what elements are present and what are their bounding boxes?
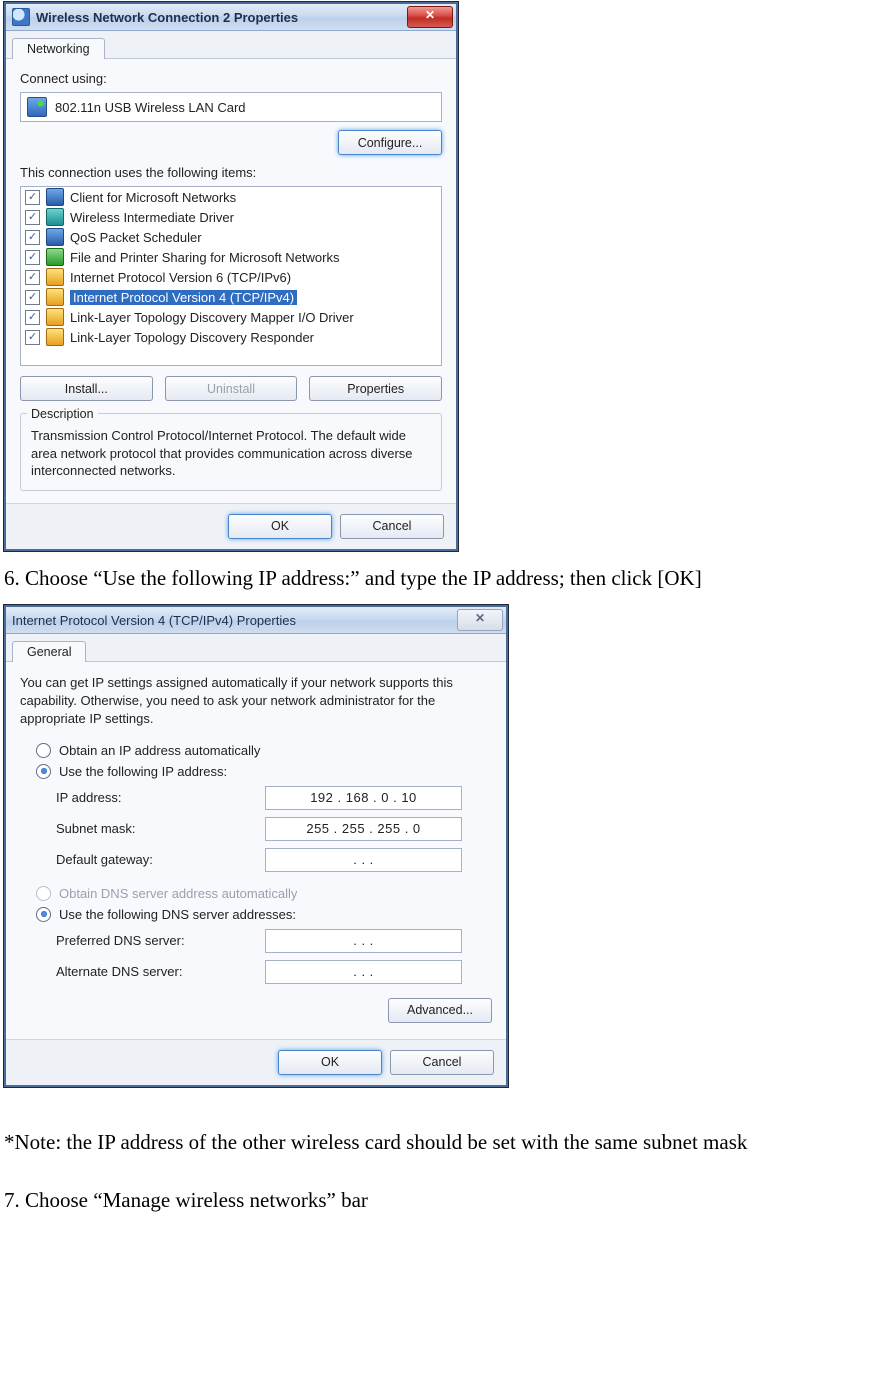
items-listbox[interactable]: ✓ Client for Microsoft Networks ✓ Wirele… [20,186,442,366]
protocol-icon [46,288,64,306]
connect-using-label: Connect using: [20,71,442,86]
app-icon [12,8,30,26]
subnet-mask-input[interactable]: 255 . 255 . 255 . 0 [265,817,462,841]
ip-address-input[interactable]: 192 . 168 . 0 . 10 [265,786,462,810]
list-item[interactable]: ✓ Wireless Intermediate Driver [21,207,441,227]
tab-general[interactable]: General [12,641,86,662]
list-item-label: Internet Protocol Version 6 (TCP/IPv6) [70,270,291,285]
list-item-label: Link-Layer Topology Discovery Mapper I/O… [70,310,354,325]
tab-networking[interactable]: Networking [12,38,105,59]
radio-use-ip[interactable]: Use the following IP address: [36,764,492,779]
close-icon[interactable]: ✕ [407,6,453,28]
default-gateway-label: Default gateway: [56,852,251,867]
ipv4-properties-dialog: Internet Protocol Version 4 (TCP/IPv4) P… [4,605,508,1087]
list-item-label: Client for Microsoft Networks [70,190,236,205]
description-text: Transmission Control Protocol/Internet P… [31,427,431,480]
radio-obtain-dns: Obtain DNS server address automatically [36,886,492,901]
checkbox-icon[interactable]: ✓ [25,230,40,245]
intro-text: You can get IP settings assigned automat… [20,674,492,729]
qos-icon [46,228,64,246]
list-item[interactable]: ✓ File and Printer Sharing for Microsoft… [21,247,441,267]
list-item-label: Internet Protocol Version 4 (TCP/IPv4) [70,290,297,305]
radio-label: Use the following IP address: [59,764,227,779]
protocol-icon [46,308,64,326]
list-item[interactable]: ✓ Link-Layer Topology Discovery Mapper I… [21,307,441,327]
checkbox-icon[interactable]: ✓ [25,330,40,345]
preferred-dns-label: Preferred DNS server: [56,933,251,948]
ok-button[interactable]: OK [278,1050,382,1075]
items-label: This connection uses the following items… [20,165,442,180]
note-text: *Note: the IP address of the other wirel… [4,1127,881,1157]
close-icon[interactable]: ✕ [457,609,503,631]
checkbox-icon[interactable]: ✓ [25,250,40,265]
list-item[interactable]: ✓ QoS Packet Scheduler [21,227,441,247]
adapter-name: 802.11n USB Wireless LAN Card [55,100,246,115]
list-item-label: File and Printer Sharing for Microsoft N… [70,250,339,265]
checkbox-icon[interactable]: ✓ [25,270,40,285]
radio-label: Obtain an IP address automatically [59,743,260,758]
description-legend: Description [27,407,98,421]
list-item-selected[interactable]: ✓ Internet Protocol Version 4 (TCP/IPv4) [21,287,441,307]
checkbox-icon[interactable]: ✓ [25,190,40,205]
radio-obtain-ip[interactable]: Obtain an IP address automatically [36,743,492,758]
step-7-text: 7. Choose “Manage wireless networks” bar [4,1185,881,1215]
titlebar[interactable]: Internet Protocol Version 4 (TCP/IPv4) P… [6,607,506,634]
client-icon [46,188,64,206]
radio-icon[interactable] [36,743,51,758]
connection-properties-dialog: Wireless Network Connection 2 Properties… [4,2,458,551]
checkbox-icon[interactable]: ✓ [25,310,40,325]
tabstrip: Networking [6,31,456,59]
protocol-icon [46,328,64,346]
radio-icon[interactable] [36,907,51,922]
list-item-label: Link-Layer Topology Discovery Responder [70,330,314,345]
window-title: Internet Protocol Version 4 (TCP/IPv4) P… [12,613,457,628]
step-6-text: 6. Choose “Use the following IP address:… [4,563,881,593]
share-icon [46,248,64,266]
subnet-mask-label: Subnet mask: [56,821,251,836]
list-item-label: Wireless Intermediate Driver [70,210,234,225]
preferred-dns-input[interactable]: . . . [265,929,462,953]
titlebar[interactable]: Wireless Network Connection 2 Properties… [6,4,456,31]
adapter-field[interactable]: 802.11n USB Wireless LAN Card [20,92,442,122]
list-item[interactable]: ✓ Client for Microsoft Networks [21,187,441,207]
protocol-icon [46,268,64,286]
adapter-icon [27,97,47,117]
driver-icon [46,208,64,226]
checkbox-icon[interactable]: ✓ [25,210,40,225]
radio-icon [36,886,51,901]
list-item-label: QoS Packet Scheduler [70,230,202,245]
list-item[interactable]: ✓ Internet Protocol Version 6 (TCP/IPv6) [21,267,441,287]
configure-button[interactable]: Configure... [338,130,442,155]
radio-label: Use the following DNS server addresses: [59,907,296,922]
window-title: Wireless Network Connection 2 Properties [36,10,407,25]
advanced-button[interactable]: Advanced... [388,998,492,1023]
radio-icon[interactable] [36,764,51,779]
cancel-button[interactable]: Cancel [340,514,444,539]
cancel-button[interactable]: Cancel [390,1050,494,1075]
ok-button[interactable]: OK [228,514,332,539]
radio-label: Obtain DNS server address automatically [59,886,297,901]
ip-address-label: IP address: [56,790,251,805]
description-group: Description Transmission Control Protoco… [20,413,442,491]
list-item[interactable]: ✓ Link-Layer Topology Discovery Responde… [21,327,441,347]
alternate-dns-input[interactable]: . . . [265,960,462,984]
tabstrip: General [6,634,506,662]
radio-use-dns[interactable]: Use the following DNS server addresses: [36,907,492,922]
default-gateway-input[interactable]: . . . [265,848,462,872]
install-button[interactable]: Install... [20,376,153,401]
alternate-dns-label: Alternate DNS server: [56,964,251,979]
checkbox-icon[interactable]: ✓ [25,290,40,305]
properties-button[interactable]: Properties [309,376,442,401]
uninstall-button: Uninstall [165,376,298,401]
